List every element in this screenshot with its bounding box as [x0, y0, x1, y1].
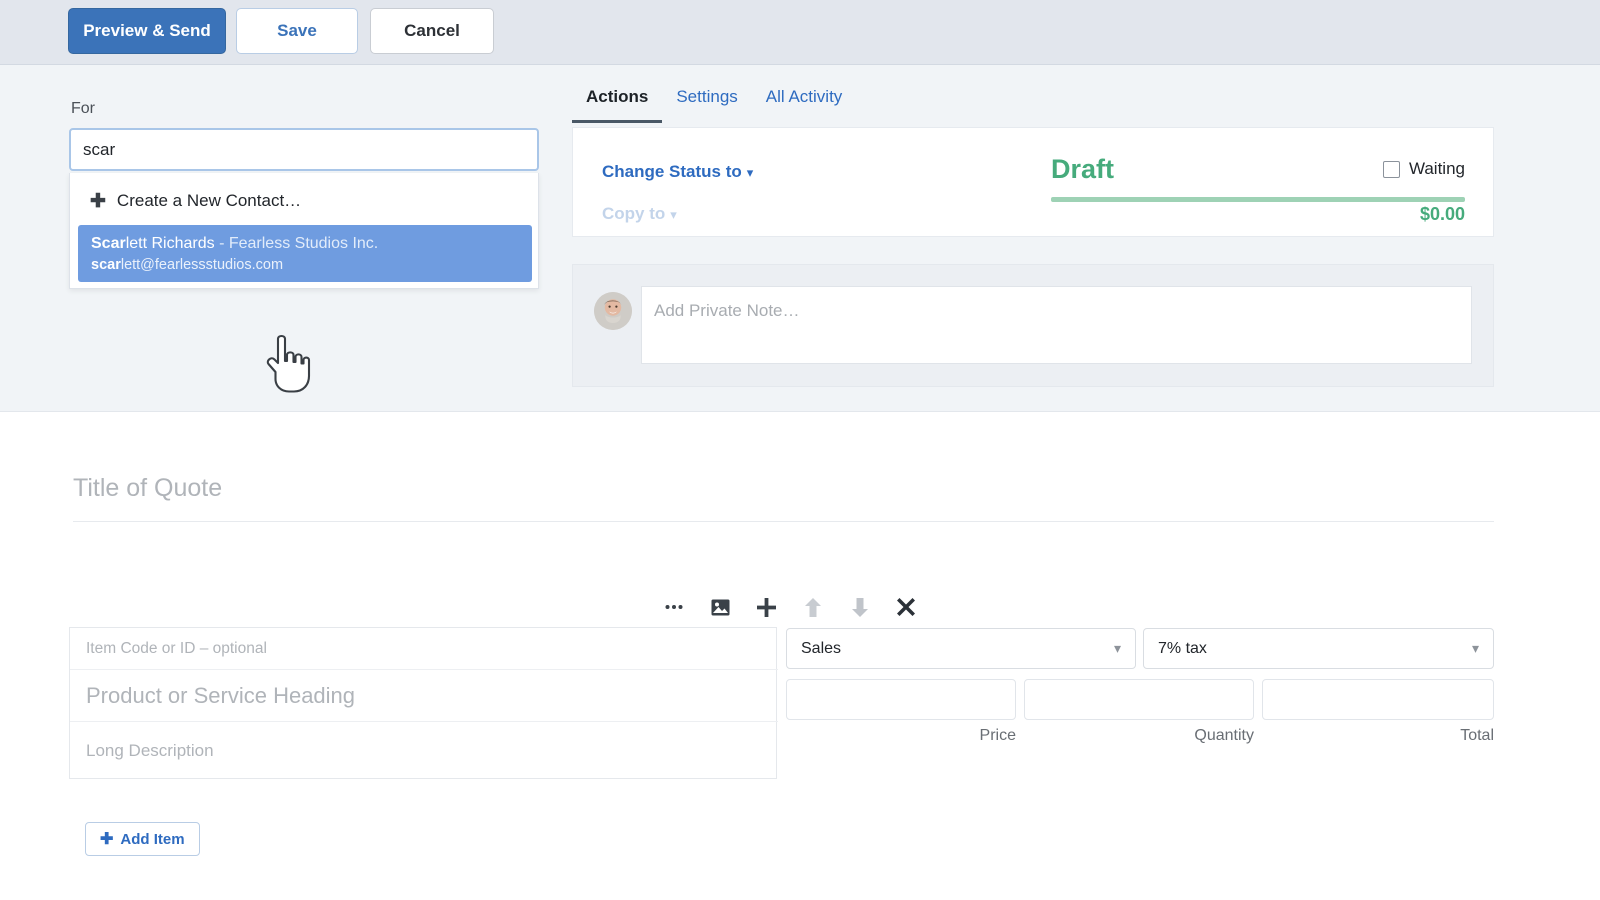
total-label: Total — [1262, 727, 1494, 745]
account-select-value: Sales — [801, 640, 841, 658]
copy-to-dropdown[interactable]: Copy to ▾ — [602, 204, 677, 224]
quote-title-input[interactable]: Title of Quote — [73, 474, 1494, 522]
upper-section: For scar ✚ Create a New Contact… Scarlet… — [0, 65, 1600, 412]
avatar — [594, 292, 632, 330]
add-row-icon[interactable] — [753, 593, 781, 621]
quantity-input[interactable] — [1024, 679, 1254, 720]
item-text-fields: Item Code or ID – optional Product or Se… — [69, 627, 777, 779]
item-heading-input[interactable]: Product or Service Heading — [70, 670, 778, 722]
create-new-contact-label: Create a New Contact… — [117, 191, 301, 211]
price-label: Price — [786, 727, 1016, 745]
private-note-panel: Add Private Note… — [572, 264, 1494, 387]
item-description-input[interactable]: Long Description — [70, 722, 778, 779]
contact-suggestion-email: scarlett@fearlessstudios.com — [91, 255, 532, 276]
contact-email-match-fragment: scar — [91, 257, 121, 273]
save-button[interactable]: Save — [236, 8, 358, 54]
waiting-checkbox[interactable]: Waiting — [1383, 159, 1465, 179]
move-up-icon[interactable] — [799, 593, 827, 621]
tax-select[interactable]: 7% tax ▾ — [1143, 628, 1494, 669]
contact-suggestions-dropdown: ✚ Create a New Contact… Scarlett Richard… — [69, 173, 539, 289]
plus-icon: ✚ — [90, 192, 106, 211]
for-label: For — [71, 100, 95, 118]
more-options-icon[interactable] — [660, 593, 688, 621]
chevron-down-icon: ▾ — [747, 165, 754, 180]
status-progress-bar — [1051, 197, 1465, 202]
preview-and-send-button[interactable]: Preview & Send — [68, 8, 226, 54]
private-note-input[interactable]: Add Private Note… — [641, 286, 1472, 364]
private-note-placeholder: Add Private Note… — [654, 301, 800, 321]
change-status-dropdown[interactable]: Change Status to ▾ — [602, 162, 753, 182]
lower-section: Title of Quote Item Code or ID – optiona… — [0, 412, 1600, 900]
cancel-button[interactable]: Cancel — [370, 8, 494, 54]
add-item-button[interactable]: ✚ Add Item — [85, 822, 200, 856]
chevron-down-icon: ▾ — [1472, 640, 1479, 657]
image-icon[interactable] — [706, 593, 734, 621]
tab-actions[interactable]: Actions — [572, 87, 662, 123]
price-input[interactable] — [786, 679, 1016, 720]
tax-select-value: 7% tax — [1158, 640, 1207, 658]
account-select[interactable]: Sales ▾ — [786, 628, 1136, 669]
status-value: Draft — [1051, 154, 1114, 185]
item-code-input[interactable]: Item Code or ID – optional — [70, 628, 778, 670]
item-row-toolbar — [660, 590, 920, 624]
contact-company: Fearless Studios Inc. — [229, 235, 378, 252]
contact-suggestion-name: Scarlett Richards - Fearless Studios Inc… — [91, 232, 532, 255]
chevron-down-icon: ▾ — [1114, 640, 1121, 657]
tab-all-activity[interactable]: All Activity — [752, 87, 857, 120]
contact-separator: - — [215, 235, 229, 252]
contact-email-rest: lett@fearlessstudios.com — [121, 257, 283, 273]
total-amount: $0.00 — [1420, 204, 1465, 225]
contact-match-fragment: Scar — [91, 235, 126, 252]
total-input[interactable] — [1262, 679, 1494, 720]
plus-icon: ✚ — [100, 829, 113, 849]
status-panel: Change Status to ▾ Copy to ▾ Draft Waiting… — [572, 127, 1494, 237]
copy-to-label: Copy to — [602, 204, 665, 223]
contact-name-rest: lett Richards — [126, 235, 215, 252]
chevron-down-icon: ▾ — [670, 207, 677, 222]
waiting-label: Waiting — [1409, 159, 1465, 179]
quantity-label: Quantity — [1024, 727, 1254, 745]
move-down-icon[interactable] — [846, 593, 874, 621]
add-item-label: Add Item — [120, 831, 184, 848]
top-toolbar: Preview & Send Save Cancel — [0, 0, 1600, 65]
delete-row-icon[interactable] — [892, 593, 920, 621]
mouse-pointer-hand-icon — [262, 332, 312, 394]
contact-suggestion-item[interactable]: Scarlett Richards - Fearless Studios Inc… — [78, 225, 532, 282]
checkbox-icon[interactable] — [1383, 161, 1400, 178]
change-status-label: Change Status to — [602, 162, 742, 181]
create-new-contact-item[interactable]: ✚ Create a New Contact… — [70, 181, 540, 221]
tab-settings[interactable]: Settings — [662, 87, 751, 120]
panel-tabs: Actions Settings All Activity — [572, 87, 856, 127]
contact-search-input[interactable]: scar — [69, 128, 539, 171]
